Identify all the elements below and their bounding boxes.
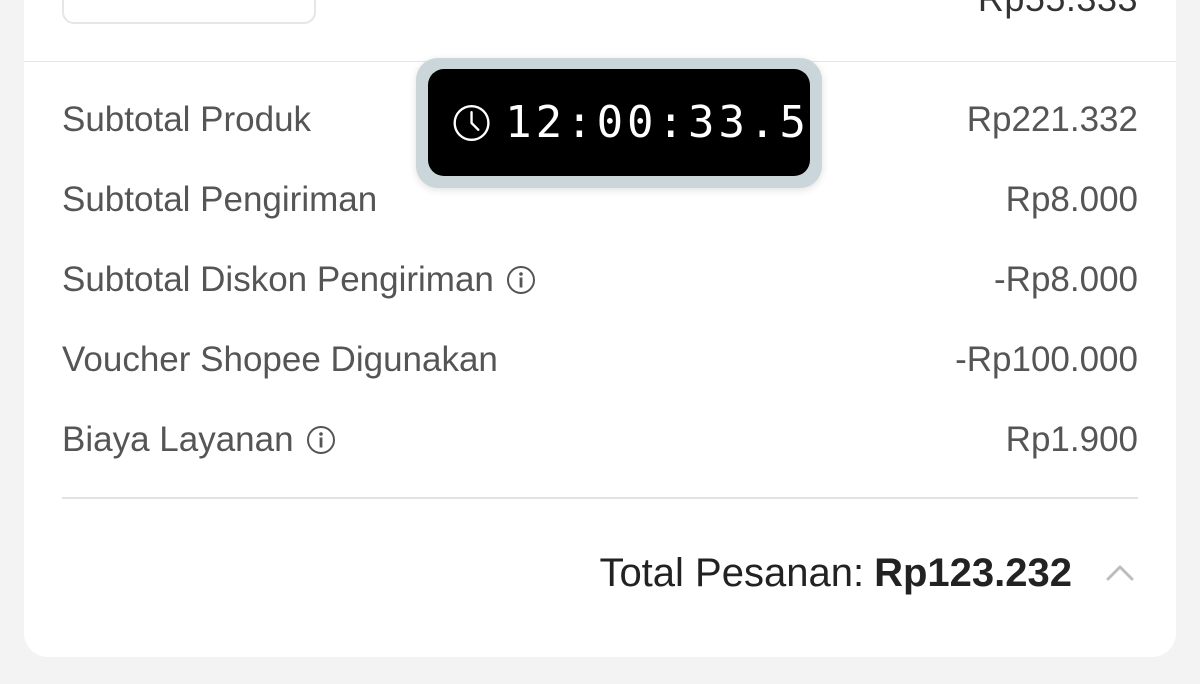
row-label: Voucher Shopee Digunakan	[62, 340, 498, 379]
row-label: Subtotal Diskon Pengiriman	[62, 260, 494, 299]
top-amount: Rp55.333	[978, 0, 1138, 20]
total-label: Total Pesanan:	[599, 550, 865, 595]
clock-icon	[453, 104, 490, 141]
row-label-wrapper: Subtotal Pengiriman	[62, 180, 377, 220]
info-icon[interactable]	[506, 265, 536, 295]
row-value: -Rp8.000	[994, 260, 1138, 299]
row-value: Rp221.332	[966, 100, 1138, 139]
summary-row-diskon-pengiriman: Subtotal Diskon Pengiriman -Rp8.000	[62, 258, 1138, 302]
timer-display: 12:00:33.5	[428, 69, 810, 176]
chevron-up-icon[interactable]	[1102, 555, 1138, 591]
timer-overlay: 12:00:33.5	[416, 58, 822, 188]
top-pill-button[interactable]	[62, 0, 316, 24]
row-label-wrapper: Subtotal Produk	[62, 100, 311, 140]
row-label-wrapper: Voucher Shopee Digunakan	[62, 340, 498, 380]
row-label: Subtotal Produk	[62, 100, 312, 139]
row-value: Rp8.000	[1005, 180, 1138, 219]
summary-row-biaya-layanan: Biaya Layanan Rp1.900	[62, 418, 1138, 462]
row-label-wrapper: Subtotal Diskon Pengiriman	[62, 260, 536, 300]
summary-row-voucher-shopee: Voucher Shopee Digunakan -Rp100.000	[62, 338, 1138, 382]
row-label: Subtotal Pengiriman	[62, 180, 378, 219]
timer-time: 12:00:33.5	[505, 97, 810, 148]
row-label-wrapper: Biaya Layanan	[62, 420, 336, 460]
row-label: Biaya Layanan	[62, 420, 294, 459]
row-value: Rp1.900	[1005, 420, 1138, 459]
divider-bottom	[62, 497, 1138, 499]
row-value: -Rp100.000	[955, 340, 1138, 379]
total-amount: Rp123.232	[874, 550, 1072, 595]
order-total[interactable]: Total Pesanan: Rp123.232	[599, 545, 1138, 601]
info-icon[interactable]	[306, 425, 336, 455]
